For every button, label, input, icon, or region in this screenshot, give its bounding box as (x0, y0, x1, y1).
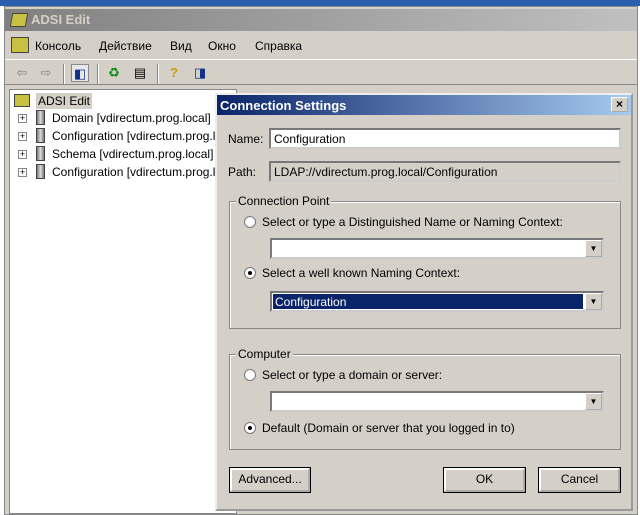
show-hide-tree-icon[interactable]: ◧ (71, 64, 89, 82)
path-field: LDAP://vdirectum.prog.local/Configuratio… (269, 161, 621, 182)
well-known-radio[interactable] (244, 267, 256, 279)
path-label: Path: (228, 165, 257, 179)
menu-window[interactable]: Окно (208, 39, 236, 53)
close-icon[interactable]: × (611, 97, 628, 112)
tree-item-label: Domain [vdirectum.prog.local] (52, 111, 211, 125)
name-input[interactable]: Configuration (269, 128, 621, 149)
expand-icon[interactable]: + (18, 150, 27, 159)
tree-root-label: ADSI Edit (36, 93, 93, 109)
console-menu-icon[interactable] (11, 37, 29, 53)
dn-radio[interactable] (244, 216, 256, 228)
chevron-down-icon[interactable]: ▼ (585, 393, 602, 410)
forward-icon[interactable]: ⇨ (37, 64, 55, 82)
dn-combo[interactable]: ▼ (270, 238, 604, 259)
default-radio[interactable] (244, 422, 256, 434)
dialog-title-bar[interactable]: Connection Settings × (217, 95, 631, 115)
server-icon (36, 110, 45, 125)
toolbar: ⇦ ⇨ ◧ ♻ ▤ ? ◨ (5, 59, 637, 85)
server-radio-label[interactable]: Select or type a domain or server: (262, 368, 442, 382)
window-title: ADSI Edit (31, 12, 91, 27)
connection-point-label: Connection Point (236, 194, 332, 208)
ok-button[interactable]: OK (443, 467, 526, 493)
menu-help[interactable]: Справка (255, 39, 302, 53)
cancel-button[interactable]: Cancel (538, 467, 621, 493)
computer-group: Computer Select or type a domain or serv… (229, 347, 621, 450)
server-combo[interactable]: ▼ (270, 391, 604, 412)
toolbar-separator (97, 64, 99, 84)
window-title-bar[interactable]: ADSI Edit (5, 9, 637, 31)
menu-action[interactable]: Действие (99, 39, 152, 53)
adsi-edit-icon (9, 13, 29, 27)
chevron-down-icon[interactable]: ▼ (585, 293, 602, 310)
naming-context-combo[interactable]: Configuration ▼ (270, 291, 604, 312)
menu-console[interactable]: Консоль (35, 39, 81, 53)
adsi-edit-icon (14, 94, 30, 107)
dn-radio-label[interactable]: Select or type a Distinguished Name or N… (262, 215, 563, 229)
expand-icon[interactable]: + (18, 114, 27, 123)
help-icon[interactable]: ? (165, 64, 183, 82)
refresh-icon[interactable]: ♻ (105, 64, 123, 82)
connection-point-group: Connection Point Select or type a Distin… (229, 194, 621, 329)
tree-item-label: Configuration [vdirectum.prog.local] (52, 165, 241, 179)
tree-pane: ADSI Edit + Domain [vdirectum.prog.local]… (9, 89, 241, 514)
server-icon (36, 128, 45, 143)
chevron-down-icon[interactable]: ▼ (585, 240, 602, 257)
default-radio-label[interactable]: Default (Domain or server that you logge… (262, 421, 515, 435)
connection-settings-dialog: Connection Settings × Name: Configuratio… (215, 93, 633, 511)
tree-item-label: Configuration [vdirectum.prog.local] (52, 129, 241, 143)
name-label: Name: (228, 132, 264, 146)
menu-bar: Консоль Действие Вид Окно Справка (5, 35, 637, 57)
back-icon[interactable]: ⇦ (13, 64, 31, 82)
computer-label: Computer (236, 347, 293, 361)
menu-view[interactable]: Вид (170, 39, 192, 53)
server-combo-value (273, 394, 583, 409)
export-list-icon[interactable]: ▤ (131, 64, 149, 82)
expand-icon[interactable]: + (18, 168, 27, 177)
tree-item-label: Schema [vdirectum.prog.local] (52, 147, 214, 161)
server-icon (36, 164, 45, 179)
server-radio[interactable] (244, 369, 256, 381)
naming-context-value: Configuration (273, 294, 583, 309)
expand-icon[interactable]: + (18, 132, 27, 141)
dn-combo-value (273, 241, 583, 256)
toolbar-separator (63, 64, 65, 84)
well-known-radio-label[interactable]: Select a well known Naming Context: (262, 266, 460, 280)
show-hide-action-pane-icon[interactable]: ◨ (191, 64, 209, 82)
advanced-button[interactable]: Advanced... (229, 467, 311, 493)
server-icon (36, 146, 45, 161)
dialog-title: Connection Settings (220, 98, 347, 113)
toolbar-separator (157, 64, 159, 84)
